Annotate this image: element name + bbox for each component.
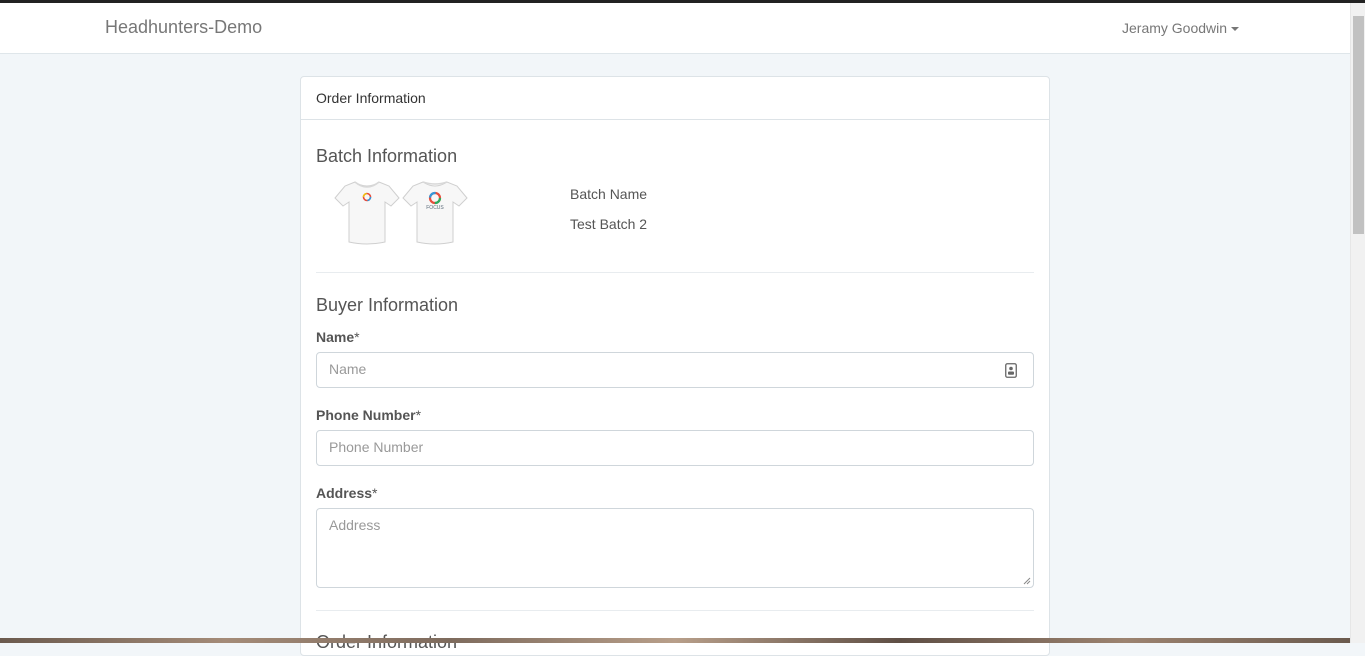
name-field-label: Name*: [316, 329, 360, 345]
top-navbar: Headhunters-Demo Jeramy Goodwin: [0, 3, 1350, 54]
address-input-placeholder: Address: [329, 517, 381, 533]
batch-section-title: Batch Information: [316, 146, 458, 166]
required-marker: *: [372, 485, 378, 501]
address-textarea[interactable]: Address: [316, 508, 1034, 588]
user-name: Jeramy Goodwin: [1122, 20, 1228, 36]
address-field-label: Address*: [316, 485, 377, 501]
name-label-text: Name: [316, 329, 355, 345]
buyer-section-title: Buyer Information: [316, 295, 459, 315]
tshirt-front-image: [334, 181, 400, 245]
batch-name-value: Test Batch 2: [570, 216, 648, 232]
user-menu-dropdown[interactable]: Jeramy Goodwin: [1122, 20, 1240, 36]
batch-name-label: Batch Name: [570, 186, 648, 202]
section-divider: [316, 272, 1034, 273]
desktop-background-strip: [0, 638, 1350, 643]
tshirt-logo-text: FOCUS: [426, 205, 444, 211]
resize-grip-icon[interactable]: [1023, 577, 1031, 585]
phone-input-placeholder: Phone Number: [329, 439, 424, 455]
tshirt-back-image: FOCUS: [402, 181, 468, 245]
batch-product-images: FOCUS: [333, 178, 473, 248]
scrollbar-thumb[interactable]: [1353, 16, 1364, 234]
vertical-scrollbar[interactable]: [1350, 3, 1365, 643]
phone-label-text: Phone Number: [316, 407, 416, 423]
contact-card-icon[interactable]: [1005, 363, 1017, 378]
required-marker: *: [354, 329, 360, 345]
name-input-placeholder: Name: [329, 361, 367, 377]
name-input[interactable]: Name: [316, 352, 1034, 388]
section-divider: [316, 610, 1034, 611]
panel-heading: Order Information: [301, 77, 1049, 120]
address-label-text: Address: [316, 485, 373, 501]
phone-field-label: Phone Number*: [316, 407, 421, 423]
order-panel: Order Information Batch Information FOCU…: [300, 76, 1050, 656]
required-marker: *: [415, 407, 422, 423]
caret-down-icon: [1231, 27, 1240, 32]
phone-number-input[interactable]: Phone Number: [316, 430, 1034, 466]
brand-link[interactable]: Headhunters-Demo: [105, 17, 262, 38]
